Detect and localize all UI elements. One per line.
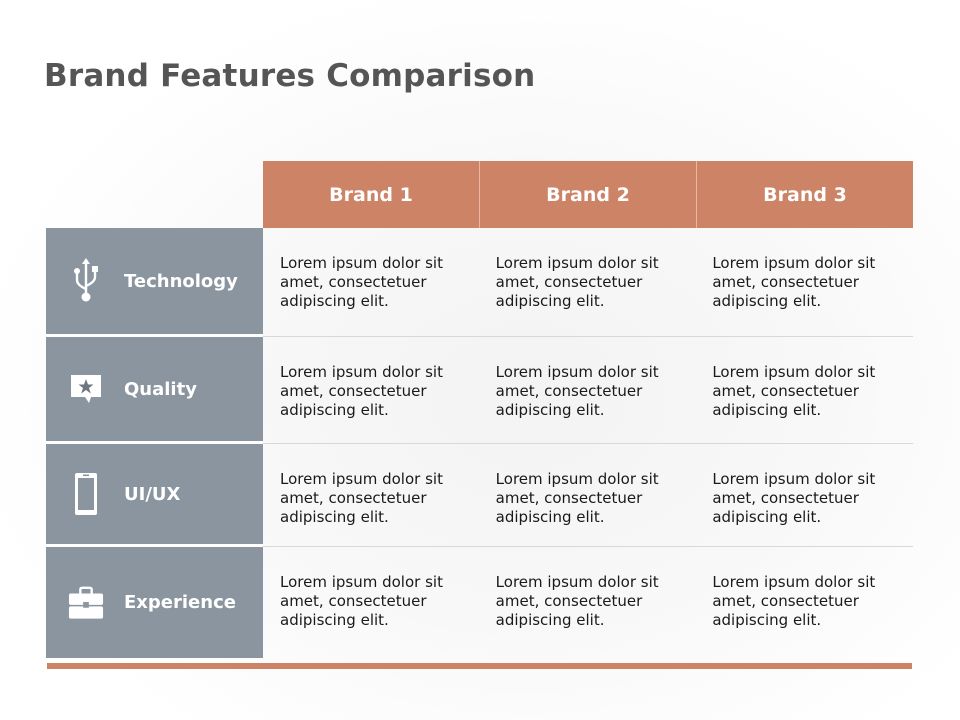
comparison-table: Technology Lorem ipsum dolor sit amet, c… — [46, 228, 914, 658]
cell-technology-brand-2: Lorem ipsum dolor sit amet, consectetuer… — [480, 228, 697, 337]
row-label-technology: Technology — [46, 228, 263, 337]
table-row-experience: Experience Lorem ipsum dolor sit amet, c… — [46, 547, 913, 658]
cell-quality-brand-3: Lorem ipsum dolor sit amet, consectetuer… — [696, 337, 914, 444]
cell-uiux-brand-3: Lorem ipsum dolor sit amet, consectetuer… — [696, 444, 914, 547]
row-label-text: Technology — [124, 270, 238, 292]
row-label-text: Quality — [124, 378, 197, 400]
footer-accent-bar — [47, 663, 912, 669]
table-row-uiux: UI/UX Lorem ipsum dolor sit amet, consec… — [46, 444, 914, 547]
row-label-text: UI/UX — [124, 483, 181, 505]
column-header-brand-3: Brand 3 — [696, 161, 913, 228]
table-row-quality: Quality Lorem ipsum dolor sit amet, cons… — [46, 337, 914, 444]
column-header-brand-2: Brand 2 — [479, 161, 696, 228]
slide-title: Brand Features Comparison — [44, 58, 536, 94]
row-label-text: Experience — [124, 592, 236, 613]
star-speech-bubble-icon — [68, 365, 104, 413]
table-header: Brand 1 Brand 2 Brand 3 — [263, 161, 913, 228]
cell-experience-brand-3: Lorem ipsum dolor sit amet, consectetuer… — [712, 573, 876, 629]
cell-technology-brand-3: Lorem ipsum dolor sit amet, consectetuer… — [696, 228, 914, 337]
column-header-brand-1: Brand 1 — [329, 183, 413, 206]
smartphone-icon — [68, 470, 104, 518]
cell-technology-brand-1: Lorem ipsum dolor sit amet, consectetuer… — [263, 228, 481, 337]
cell-experience-brand-2: Lorem ipsum dolor sit amet, consectetuer… — [495, 573, 659, 629]
table-row-technology: Technology Lorem ipsum dolor sit amet, c… — [46, 228, 914, 337]
cell-uiux-brand-1: Lorem ipsum dolor sit amet, consectetuer… — [263, 444, 481, 547]
cell-quality-brand-2: Lorem ipsum dolor sit amet, consectetuer… — [480, 337, 697, 444]
cell-quality-brand-1: Lorem ipsum dolor sit amet, consectetuer… — [263, 337, 481, 444]
row-label-uiux: UI/UX — [46, 444, 263, 547]
cell-experience-brand-1: Lorem ipsum dolor sit amet, consectetuer… — [280, 573, 443, 629]
briefcase-icon — [68, 579, 104, 627]
usb-icon — [68, 257, 104, 305]
row-label-experience: Experience — [46, 547, 263, 658]
cell-uiux-brand-2: Lorem ipsum dolor sit amet, consectetuer… — [480, 444, 697, 547]
row-label-quality: Quality — [46, 337, 263, 444]
